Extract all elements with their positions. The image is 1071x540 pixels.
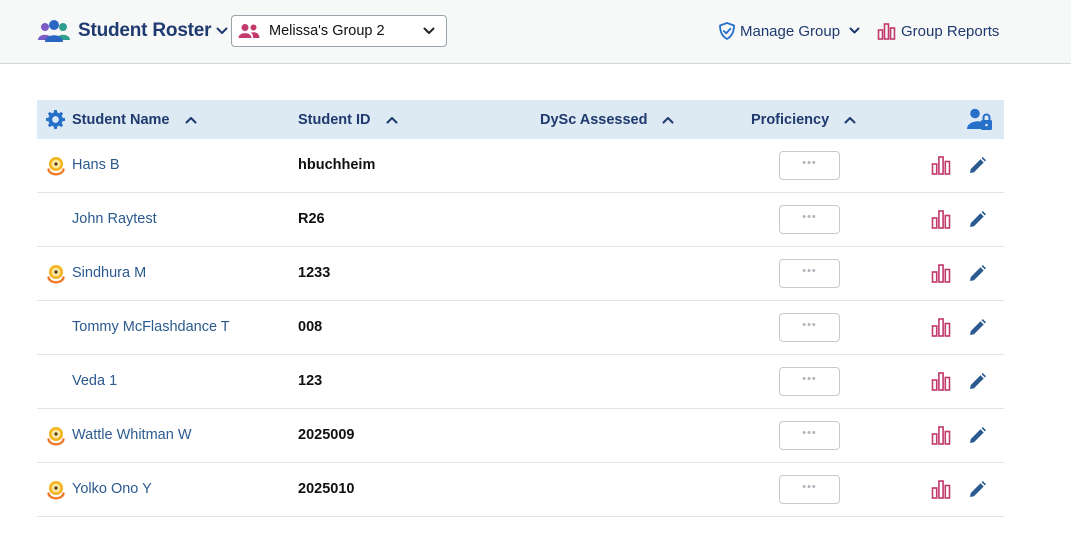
medal-icon xyxy=(47,427,65,446)
student-id: 1233 xyxy=(298,265,331,281)
student-name-link[interactable]: Tommy McFlashdance T xyxy=(72,301,230,354)
pencil-icon[interactable] xyxy=(969,157,986,174)
bar-chart-icon xyxy=(877,22,896,40)
proficiency-button[interactable]: ••• xyxy=(779,205,840,234)
column-header-student-name[interactable]: Student Name xyxy=(46,100,197,139)
student-name-link[interactable]: Hans B xyxy=(72,139,120,192)
medal-icon xyxy=(47,157,65,176)
manage-group-label: Manage Group xyxy=(740,22,841,40)
proficiency-button[interactable]: ••• xyxy=(779,367,840,396)
gear-icon[interactable] xyxy=(46,110,65,129)
bar-chart-icon[interactable] xyxy=(931,426,951,445)
student-name-link[interactable]: Wattle Whitman W xyxy=(72,409,192,462)
student-roster-table: Student Name Student ID DySc Assessed Pr… xyxy=(37,100,1004,517)
proficiency-button[interactable]: ••• xyxy=(779,421,840,450)
bar-chart-icon[interactable] xyxy=(931,480,951,499)
sort-ascending-icon xyxy=(185,116,196,123)
bar-chart-icon[interactable] xyxy=(931,210,951,229)
bar-chart-icon[interactable] xyxy=(931,372,951,391)
student-id: hbuchheim xyxy=(298,157,376,173)
table-row: Veda 1 123 ••• xyxy=(37,355,1004,409)
chevron-down-icon xyxy=(216,27,228,34)
student-id: 2025009 xyxy=(298,427,355,443)
student-name-link[interactable]: Sindhura M xyxy=(72,247,146,300)
pencil-icon[interactable] xyxy=(969,373,986,390)
group-reports-label: Group Reports xyxy=(901,22,1000,40)
chevron-down-icon xyxy=(849,27,860,34)
proficiency-value: ••• xyxy=(802,211,817,223)
manage-group-menu[interactable]: Manage Group xyxy=(719,20,860,42)
bar-chart-icon[interactable] xyxy=(931,318,951,337)
people-group-icon xyxy=(38,20,70,42)
table-header: Student Name Student ID DySc Assessed Pr… xyxy=(37,100,1004,139)
proficiency-button[interactable]: ••• xyxy=(779,475,840,504)
chevron-down-icon xyxy=(423,27,435,34)
proficiency-value: ••• xyxy=(802,427,817,439)
sort-ascending-icon xyxy=(386,116,397,123)
proficiency-header-label: Proficiency xyxy=(751,111,830,128)
group-selector-value: Melissa's Group 2 xyxy=(269,23,385,39)
dysc-assessed-header-label: DySc Assessed xyxy=(540,111,648,128)
student-name-link[interactable]: John Raytest xyxy=(72,193,157,246)
group-reports-link[interactable]: Group Reports xyxy=(877,20,999,42)
pencil-icon[interactable] xyxy=(969,211,986,228)
user-lock-icon[interactable] xyxy=(967,108,993,131)
pencil-icon[interactable] xyxy=(969,319,986,336)
sort-ascending-icon xyxy=(662,116,674,123)
medal-icon xyxy=(47,265,65,284)
shield-check-icon xyxy=(719,22,735,40)
top-header: Student Roster Melissa's Group 2 Manage … xyxy=(0,0,1071,64)
table-row: Tommy McFlashdance T 008 ••• xyxy=(37,301,1004,355)
table-row: John Raytest R26 ••• xyxy=(37,193,1004,247)
table-row: Sindhura M 1233 ••• xyxy=(37,247,1004,301)
table-row: Hans B hbuchheim ••• xyxy=(37,139,1004,193)
student-id: 123 xyxy=(298,373,323,389)
student-id-header-label: Student ID xyxy=(298,111,371,128)
column-header-dysc-assessed[interactable]: DySc Assessed xyxy=(540,100,674,139)
pencil-icon[interactable] xyxy=(969,265,986,282)
student-name-link[interactable]: Veda 1 xyxy=(72,355,117,408)
table-row: Yolko Ono Y 2025010 ••• xyxy=(37,463,1004,517)
proficiency-button[interactable]: ••• xyxy=(779,259,840,288)
proficiency-value: ••• xyxy=(802,265,817,277)
pencil-icon[interactable] xyxy=(969,427,986,444)
proficiency-button[interactable]: ••• xyxy=(779,313,840,342)
student-id: R26 xyxy=(298,211,325,227)
proficiency-button[interactable]: ••• xyxy=(779,151,840,180)
column-header-proficiency[interactable]: Proficiency xyxy=(751,100,856,139)
pencil-icon[interactable] xyxy=(969,481,986,498)
proficiency-value: ••• xyxy=(802,481,817,493)
student-roster-menu[interactable]: Student Roster xyxy=(37,17,228,45)
proficiency-value: ••• xyxy=(802,373,817,385)
student-name-header-label: Student Name xyxy=(72,111,170,128)
app-title: Student Roster xyxy=(78,20,212,41)
bar-chart-icon[interactable] xyxy=(931,264,951,283)
proficiency-value: ••• xyxy=(802,157,817,169)
proficiency-value: ••• xyxy=(802,319,817,331)
bar-chart-icon[interactable] xyxy=(931,156,951,175)
column-header-student-id[interactable]: Student ID xyxy=(298,100,398,139)
medal-icon xyxy=(47,481,65,500)
table-row: Wattle Whitman W 2025009 ••• xyxy=(37,409,1004,463)
group-selector[interactable]: Melissa's Group 2 xyxy=(231,15,447,47)
student-id: 008 xyxy=(298,319,323,335)
student-id: 2025010 xyxy=(298,481,355,497)
group-icon xyxy=(238,24,260,38)
sort-ascending-icon xyxy=(844,116,856,123)
student-name-link[interactable]: Yolko Ono Y xyxy=(72,463,152,516)
